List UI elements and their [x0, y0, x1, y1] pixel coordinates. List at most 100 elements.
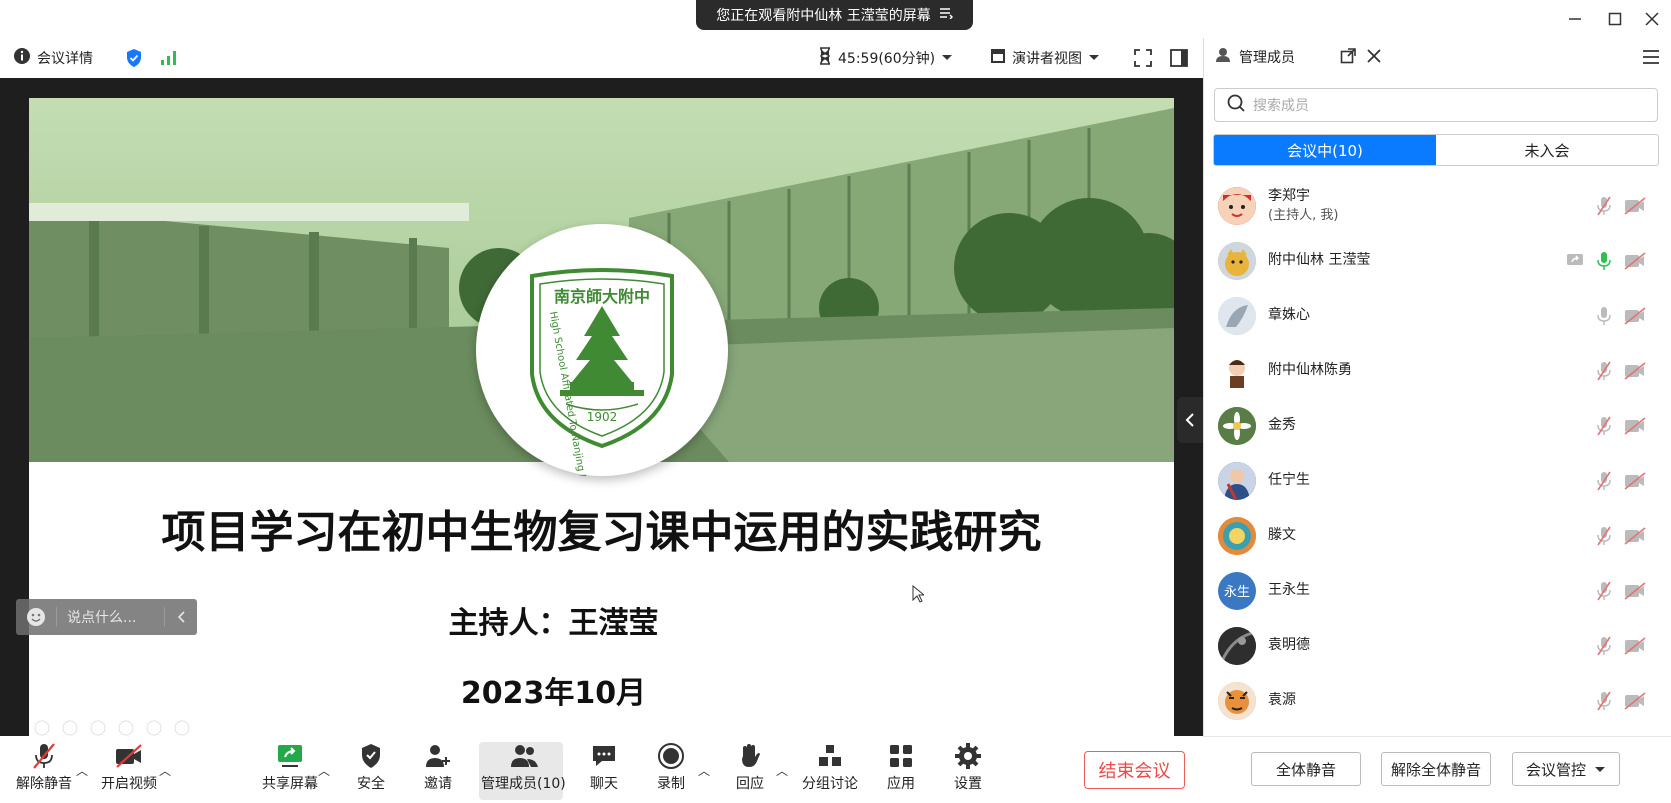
member-row[interactable]: 袁源 — [1208, 673, 1668, 728]
user-icon — [1215, 47, 1231, 67]
camera-off-icon — [1624, 526, 1646, 545]
start-video-button[interactable]: 开启视频 — [101, 741, 157, 793]
breakout-rooms-button[interactable]: 分组讨论 — [802, 741, 858, 793]
shared-slide: 南京師大附中 1902 High School Affiliated To Na… — [29, 98, 1174, 736]
camera-off-icon — [1624, 196, 1646, 215]
avatar — [1218, 461, 1256, 500]
avatar — [1218, 351, 1256, 390]
camera-off-icon — [1624, 251, 1646, 270]
security-button[interactable]: 安全 — [356, 741, 386, 793]
member-row[interactable]: 永生 王永生 — [1208, 563, 1668, 618]
member-name: 王永生 — [1268, 582, 1310, 598]
close-panel-icon[interactable] — [1366, 48, 1382, 68]
member-row[interactable]: 金秀 — [1208, 398, 1668, 453]
screen-share-banner[interactable]: 您正在观看附中仙林 王滢莹的屏幕 — [696, 0, 973, 30]
signal-strength-icon[interactable] — [160, 46, 178, 70]
member-row[interactable]: 李郑宇 (主持人, 我) — [1208, 178, 1668, 233]
camera-off-icon — [1624, 361, 1646, 380]
member-tabs: 会议中(10) 未入会 — [1213, 134, 1659, 166]
mic-muted-icon — [1597, 361, 1611, 380]
tab-in-meeting[interactable]: 会议中(10) — [1214, 135, 1436, 165]
avatar — [1218, 296, 1256, 335]
hourglass-icon — [818, 47, 832, 69]
mic-muted-icon — [1597, 471, 1611, 490]
camera-off-icon — [1624, 691, 1646, 710]
tool-icon — [146, 720, 162, 736]
record-button[interactable]: 录制 — [656, 741, 686, 793]
minimize-icon[interactable] — [1563, 8, 1587, 30]
member-row[interactable]: 附中仙林陈勇 — [1208, 343, 1668, 398]
chat-button[interactable]: 聊天 — [589, 741, 619, 793]
member-role: (主持人, 我) — [1268, 207, 1339, 223]
meeting-info-button[interactable]: 会议详情 — [13, 46, 93, 70]
close-icon[interactable] — [1640, 8, 1664, 30]
member-search-input[interactable]: 搜索成员 — [1214, 88, 1658, 122]
member-name: 附中仙林 王滢莹 — [1268, 252, 1371, 268]
quick-chat-bar[interactable]: 说点什么... — [16, 599, 197, 635]
member-row[interactable]: 袁明德 — [1208, 618, 1668, 673]
chat-label: 聊天 — [590, 776, 618, 792]
maximize-icon[interactable] — [1603, 8, 1627, 30]
apps-button[interactable]: 应用 — [886, 741, 916, 793]
settings-button[interactable]: 设置 — [953, 741, 983, 793]
tool-icon — [174, 720, 190, 736]
shield-check-icon[interactable] — [125, 46, 143, 70]
popout-icon[interactable] — [1340, 48, 1356, 68]
emblem-year: 1902 — [587, 410, 618, 424]
add-user-icon — [423, 741, 453, 771]
reactions-button[interactable]: 回应 — [735, 741, 765, 793]
chevron-down-icon — [1594, 760, 1606, 778]
fullscreen-icon[interactable] — [1134, 46, 1152, 70]
camera-off-icon — [1624, 636, 1646, 655]
timer-label: 45:59(60分钟) — [838, 51, 936, 67]
member-row[interactable]: 章姝心 — [1208, 288, 1668, 343]
tab-not-joined[interactable]: 未入会 — [1436, 135, 1658, 165]
mic-muted-icon — [1597, 526, 1611, 545]
chevron-up-icon[interactable]: ︿ — [159, 762, 171, 779]
chevron-up-icon[interactable]: ︿ — [698, 762, 710, 779]
meeting-control-label: 会议管控 — [1525, 760, 1586, 779]
mute-all-button[interactable]: 全体静音 — [1251, 752, 1361, 786]
unmute-all-button[interactable]: 解除全体静音 — [1381, 752, 1491, 786]
meeting-timer[interactable]: 45:59(60分钟) — [818, 46, 953, 70]
meeting-control-button[interactable]: 会议管控 — [1512, 752, 1620, 786]
slide-date: 2023年10月 — [460, 676, 647, 711]
settings-label: 设置 — [954, 776, 982, 792]
member-name: 滕文 — [1268, 527, 1296, 543]
shield-icon — [356, 741, 386, 771]
member-row[interactable]: 滕文 — [1208, 508, 1668, 563]
tool-icon — [34, 720, 50, 736]
list-icon[interactable] — [939, 7, 953, 23]
school-emblem: 南京師大附中 1902 High School Affiliated To Na… — [476, 224, 728, 564]
avatar — [1218, 681, 1256, 720]
meeting-info-label: 会议详情 — [37, 51, 93, 67]
chat-icon — [589, 741, 619, 771]
member-name: 金秀 — [1268, 417, 1296, 433]
invite-button[interactable]: 邀请 — [423, 741, 453, 793]
speaker-view-button[interactable]: 演讲者视图 — [990, 46, 1100, 70]
record-label: 录制 — [657, 776, 685, 792]
chevron-up-icon[interactable]: ︿ — [776, 762, 788, 779]
chevron-left-icon[interactable] — [177, 611, 185, 623]
avatar — [1218, 626, 1256, 665]
reactions-label: 回应 — [736, 776, 764, 792]
member-row[interactable]: 任宁生 — [1208, 453, 1668, 508]
member-row[interactable]: 附中仙林 王滢莹 — [1208, 233, 1668, 288]
sidebar-toggle-icon[interactable] — [1170, 46, 1188, 70]
layout-icon — [990, 48, 1006, 68]
camera-off-icon — [1624, 471, 1646, 490]
chevron-left-icon — [1185, 413, 1194, 427]
chevron-up-icon[interactable]: ︿ — [76, 762, 88, 779]
share-screen-button[interactable]: 共享屏幕 — [262, 741, 318, 793]
chevron-up-icon[interactable]: ︿ — [318, 762, 330, 779]
chat-input[interactable]: 说点什么... — [67, 607, 164, 627]
manage-members-button[interactable]: 管理成员(10) — [481, 741, 566, 793]
collapse-panel-button[interactable] — [1177, 397, 1203, 443]
menu-icon[interactable] — [1642, 49, 1660, 68]
emoji-icon[interactable] — [26, 607, 46, 627]
record-icon — [656, 741, 686, 771]
unmute-button[interactable]: 解除静音 — [16, 741, 72, 793]
unmute-label: 解除静音 — [16, 776, 72, 792]
chevron-down-icon — [1088, 50, 1100, 66]
end-meeting-button[interactable]: 结束会议 — [1084, 751, 1185, 789]
